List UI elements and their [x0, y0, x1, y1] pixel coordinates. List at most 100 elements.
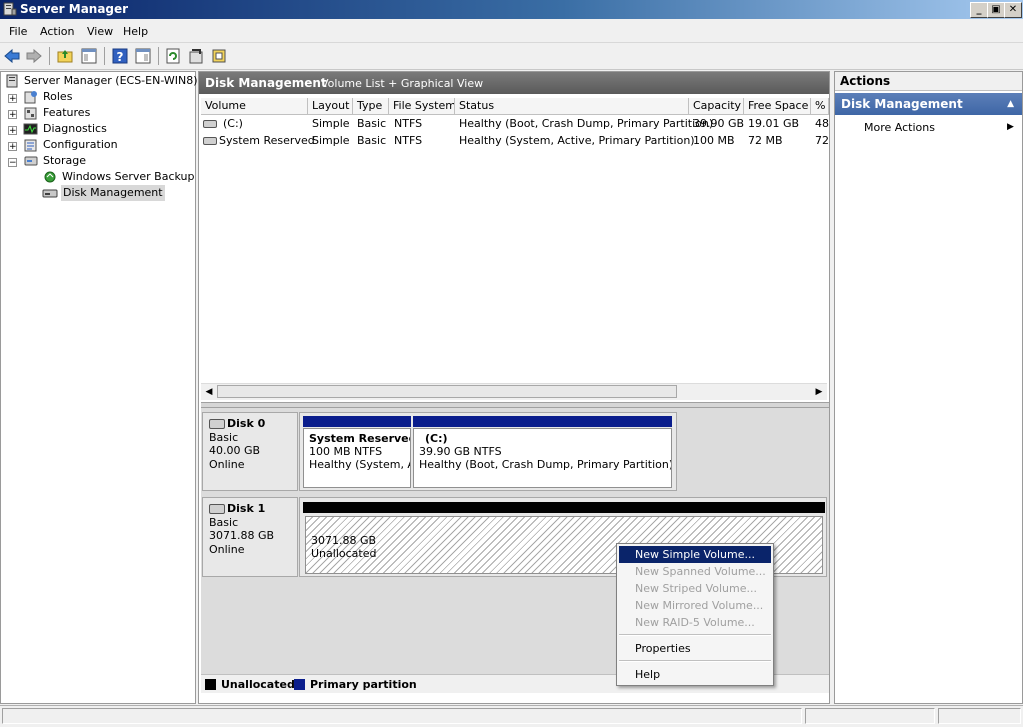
actions-section-disk-management[interactable]: Disk Management ▲ — [835, 93, 1022, 115]
volume-list-header: Volume Layout Type File System Status Ca… — [201, 98, 829, 115]
disk-type: Basic — [209, 430, 239, 444]
collapse-arrow-icon[interactable]: ▲ — [1007, 93, 1014, 115]
status-bar — [0, 705, 1023, 727]
features-expander-icon[interactable]: + — [8, 110, 17, 120]
primary-partition-bar — [413, 416, 672, 427]
disk-0-info[interactable]: Disk 0 Basic 40.00 GB Online — [202, 412, 298, 491]
tree-item-windows-server-backup[interactable]: Windows Server Backup — [62, 169, 195, 185]
menu-file[interactable]: File — [9, 25, 27, 38]
server-icon — [6, 74, 18, 88]
svg-text:?: ? — [117, 50, 124, 64]
menu-help[interactable]: Help — [123, 25, 148, 38]
cell-volume: (C:) — [223, 117, 243, 130]
cell-type: Basic — [357, 117, 387, 130]
legend-unallocated-swatch — [205, 679, 216, 690]
column-layout[interactable]: Layout — [308, 98, 353, 114]
table-row[interactable]: System Reserved Simple Basic NTFS Health… — [201, 132, 829, 149]
partition-status: Healthy (Boot, Crash Dump, Primary Parti… — [419, 458, 672, 471]
menu-new-raid5-volume[interactable]: New RAID-5 Volume... — [619, 614, 771, 631]
scroll-left-icon[interactable]: ◀ — [201, 384, 217, 400]
minimize-button[interactable]: _ — [970, 2, 988, 18]
tree-item-configuration[interactable]: Configuration — [43, 137, 118, 153]
console-tree: Server Manager (ECS-EN-WIN8) + Roles + F… — [0, 71, 198, 704]
column-type[interactable]: Type — [353, 98, 389, 114]
menu-new-mirrored-volume[interactable]: New Mirrored Volume... — [619, 597, 771, 614]
up-folder-icon[interactable] — [56, 47, 74, 65]
properties-icon[interactable] — [187, 47, 205, 65]
tree-item-storage[interactable]: Storage — [43, 153, 86, 169]
show-hide-action-pane-icon[interactable] — [134, 47, 152, 65]
toolbar-separator — [104, 47, 105, 65]
cell-volume: System Reserved — [219, 134, 315, 147]
roles-expander-icon[interactable]: + — [8, 94, 17, 104]
column-volume[interactable]: Volume — [201, 98, 308, 114]
menu-new-striped-volume[interactable]: New Striped Volume... — [619, 580, 771, 597]
close-button[interactable]: ✕ — [1004, 2, 1022, 18]
menu-properties[interactable]: Properties — [619, 640, 771, 657]
disk-name: Disk 1 — [227, 502, 266, 515]
partition-size: 39.90 GB NTFS — [419, 445, 502, 458]
disk-0-partitions: System Reserved 100 MB NTFS Healthy (Sys… — [299, 412, 677, 491]
partition-title: System Reserved — [309, 432, 411, 445]
table-row[interactable]: (C:) Simple Basic NTFS Healthy (Boot, Cr… — [201, 115, 829, 132]
scrollbar-thumb[interactable] — [217, 385, 677, 398]
back-arrow-icon[interactable] — [3, 47, 21, 65]
status-panel — [2, 708, 802, 724]
column-file-system[interactable]: File System — [389, 98, 455, 114]
partition-c-drive[interactable]: (C:) 39.90 GB NTFS Healthy (Boot, Crash … — [413, 428, 672, 488]
forward-arrow-icon[interactable] — [25, 47, 43, 65]
legend-primary-swatch — [294, 679, 305, 690]
cell-layout: Simple — [312, 134, 350, 147]
server-manager-icon — [3, 2, 17, 16]
disk-type: Basic — [209, 515, 239, 529]
partition-title: (C:) — [425, 432, 448, 445]
status-panel — [938, 708, 1021, 724]
scroll-right-icon[interactable]: ▶ — [811, 384, 827, 400]
menu-new-spanned-volume[interactable]: New Spanned Volume... — [619, 563, 771, 580]
cell-file-system: NTFS — [394, 117, 423, 130]
column-capacity[interactable]: Capacity — [689, 98, 744, 114]
cell-status: Healthy (Boot, Crash Dump, Primary Parti… — [459, 117, 714, 130]
menu-separator — [619, 634, 771, 636]
show-hide-tree-icon[interactable] — [80, 47, 98, 65]
tree-root[interactable]: Server Manager (ECS-EN-WIN8) — [24, 73, 198, 89]
details-title: Disk Management — [205, 76, 327, 90]
tree-item-features[interactable]: Features — [43, 105, 90, 121]
restore-button[interactable]: ▣ — [987, 2, 1005, 18]
help-icon[interactable]: ? — [111, 47, 129, 65]
horizontal-scrollbar[interactable]: ◀ ▶ — [201, 383, 827, 400]
toolbar-separator — [158, 47, 159, 65]
disk-state: Online — [209, 542, 245, 556]
menu-action[interactable]: Action — [40, 25, 74, 38]
refresh-icon[interactable] — [164, 47, 182, 65]
cell-status: Healthy (System, Active, Primary Partiti… — [459, 134, 695, 147]
disk-name: Disk 0 — [227, 417, 266, 430]
unallocated-bar — [303, 502, 825, 513]
windows-server-backup-icon — [44, 171, 56, 183]
menu-view[interactable]: View — [87, 25, 113, 38]
disk-size: 3071.88 GB — [209, 529, 275, 542]
tree-item-roles[interactable]: Roles — [43, 89, 72, 105]
column-percent[interactable]: % — [811, 98, 829, 114]
column-free-space[interactable]: Free Space — [744, 98, 811, 114]
configuration-expander-icon[interactable]: + — [8, 142, 17, 152]
column-status[interactable]: Status — [455, 98, 689, 114]
more-actions-item[interactable]: More Actions — [864, 121, 935, 134]
configuration-icon — [24, 139, 37, 152]
menu-separator — [619, 660, 771, 662]
storage-expander-icon[interactable]: − — [8, 158, 17, 168]
roles-icon — [24, 91, 37, 104]
status-panel — [805, 708, 935, 724]
export-icon[interactable] — [210, 47, 228, 65]
cell-type: Basic — [357, 134, 387, 147]
partition-size: 100 MB NTFS — [309, 445, 383, 458]
menu-help[interactable]: Help — [619, 666, 771, 683]
submenu-arrow-icon: ▶ — [1007, 122, 1014, 132]
tree-item-diagnostics[interactable]: Diagnostics — [43, 121, 107, 137]
tree-item-disk-management[interactable]: Disk Management — [61, 185, 165, 201]
menu-new-simple-volume[interactable]: New Simple Volume... — [619, 546, 771, 563]
diagnostics-expander-icon[interactable]: + — [8, 126, 17, 136]
partition-system-reserved[interactable]: System Reserved 100 MB NTFS Healthy (Sys… — [303, 428, 411, 488]
disk-1-info[interactable]: Disk 1 Basic 3071.88 GB Online — [202, 497, 298, 577]
menu-bar: File Action View Help — [0, 20, 1023, 43]
